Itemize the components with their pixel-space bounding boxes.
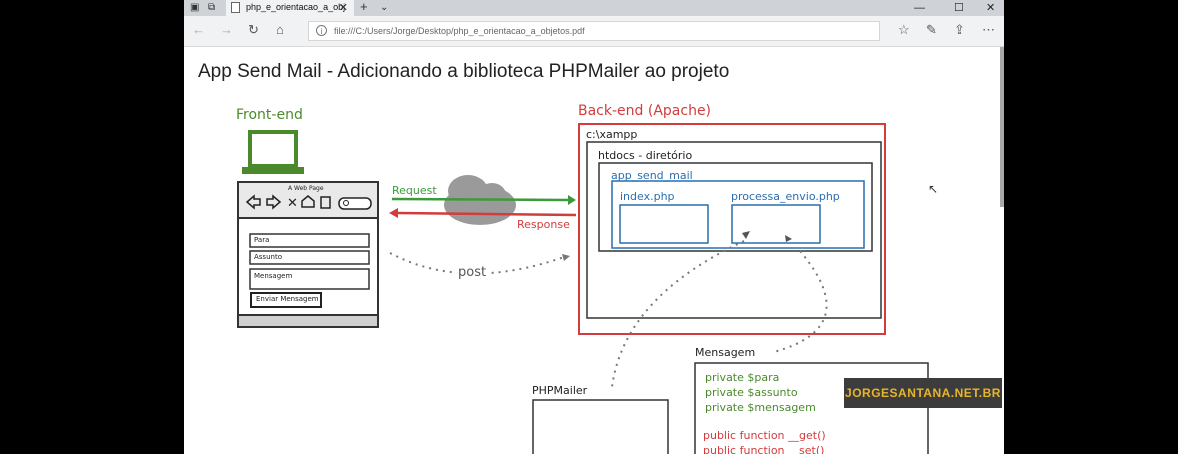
attr-mensagem: private $mensagem [705, 401, 816, 414]
home-icon[interactable]: ⌂ [276, 22, 284, 37]
mensagem-class-label: Mensagem [695, 346, 756, 359]
web-page-title: A Web Page [288, 185, 324, 192]
processa-envio-php-file: processa_envio.php [731, 190, 840, 203]
address-url: file:///C:/Users/Jorge/Desktop/php_e_ori… [334, 26, 585, 36]
response-label: Response [517, 218, 570, 231]
tab-list-icon[interactable]: ⌄ [380, 1, 388, 15]
field-assunto: Assunto [254, 253, 282, 261]
tab-actions-icon[interactable]: ▣ [190, 1, 199, 15]
mouse-cursor-icon: ↖ [928, 182, 939, 196]
request-label: Request [392, 184, 437, 197]
tab-title: php_e_orientacao_a_obj [246, 2, 346, 12]
new-tab-icon[interactable]: + [360, 0, 368, 14]
back-icon[interactable]: ← [192, 22, 205, 37]
address-bar[interactable]: i file:///C:/Users/Jorge/Desktop/php_e_o… [308, 21, 880, 41]
more-icon[interactable]: ⋯ [982, 22, 995, 38]
close-tab-icon[interactable]: ✕ [339, 1, 348, 14]
set-aside-tabs-icon[interactable]: ⧉ [208, 1, 215, 15]
method-set: public function __set() [703, 444, 825, 454]
attr-assunto: private $assunto [705, 386, 798, 399]
forward-icon[interactable]: → [220, 22, 233, 37]
enviar-mensagem-button: Enviar Mensagem [256, 295, 319, 303]
field-para: Para [254, 236, 270, 244]
pdf-file-icon [231, 2, 240, 13]
favorites-icon[interactable]: ☆ [898, 22, 910, 38]
svg-text:✕: ✕ [287, 196, 298, 211]
share-icon[interactable]: ⇪ [954, 22, 965, 38]
attr-para: private $para [705, 371, 780, 384]
xampp-path: c:\xampp [586, 128, 638, 141]
tab-active[interactable]: php_e_orientacao_a_obj ✕ [226, 0, 354, 16]
refresh-icon[interactable]: ↻ [248, 22, 259, 38]
index-php-file: index.php [620, 190, 675, 203]
maximize-icon[interactable]: ☐ [954, 0, 964, 16]
backend-label: Back-end (Apache) [578, 103, 712, 119]
phpmailer-label: PHPMailer [532, 384, 588, 397]
tab-bar: ▣ ⧉ php_e_orientacao_a_obj ✕ + ⌄ — ☐ ✕ [184, 0, 1004, 16]
watermark: JORGESANTANA.NET.BR [844, 378, 1002, 408]
scrollbar[interactable] [1000, 47, 1004, 207]
post-label: post [456, 265, 489, 280]
minimize-icon[interactable]: — [914, 0, 925, 16]
notes-icon[interactable]: ✎ [926, 22, 937, 38]
frontend-label: Front-end [236, 107, 303, 123]
app-send-mail-folder: app_send_mail [611, 169, 693, 182]
toolbar: ← → ↻ ⌂ i file:///C:/Users/Jorge/Desktop… [184, 16, 1004, 47]
htdocs-label: htdocs - diretório [598, 149, 693, 162]
field-mensagem: Mensagem [254, 272, 293, 280]
laptop-icon [242, 130, 304, 174]
method-get: public function __get() [703, 429, 826, 442]
info-icon[interactable]: i [316, 25, 327, 36]
close-window-icon[interactable]: ✕ [986, 0, 995, 16]
